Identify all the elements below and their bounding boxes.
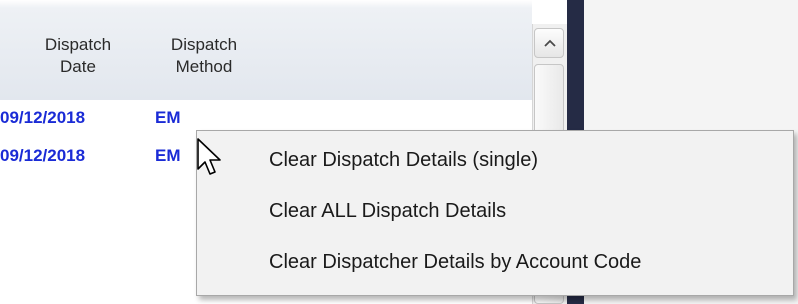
mouse-pointer-icon xyxy=(197,138,221,175)
column-header-line: Date xyxy=(60,57,96,76)
dispatch-method-cell: EM xyxy=(155,108,181,127)
grid-header: Dispatch Date Dispatch Method xyxy=(0,0,532,100)
dispatch-date-cell: 09/12/2018 xyxy=(0,146,86,165)
column-header-dispatch-method[interactable]: Dispatch Method xyxy=(150,34,258,78)
menu-item-clear-dispatch-single[interactable]: Clear Dispatch Details (single) xyxy=(269,142,538,178)
screen: Dispatch Date Dispatch Method 09/12/2018… xyxy=(0,0,798,304)
chevron-up-icon xyxy=(544,39,556,47)
context-menu: Clear Dispatch Details (single) Clear AL… xyxy=(196,130,794,296)
column-header-line: Method xyxy=(175,57,233,76)
menu-item-clear-all-dispatch[interactable]: Clear ALL Dispatch Details xyxy=(269,193,506,229)
scroll-up-button[interactable] xyxy=(534,28,564,58)
column-header-dispatch-date[interactable]: Dispatch Date xyxy=(22,34,134,78)
column-header-line: Dispatch xyxy=(170,35,238,54)
column-header-line: Dispatch xyxy=(44,35,112,54)
menu-item-clear-dispatcher-by-account[interactable]: Clear Dispatcher Details by Account Code xyxy=(269,244,641,280)
table-row[interactable]: 09/12/2018 EM xyxy=(0,105,532,131)
dispatch-date-cell: 09/12/2018 xyxy=(0,108,86,127)
dispatch-method-cell: EM xyxy=(155,146,181,165)
